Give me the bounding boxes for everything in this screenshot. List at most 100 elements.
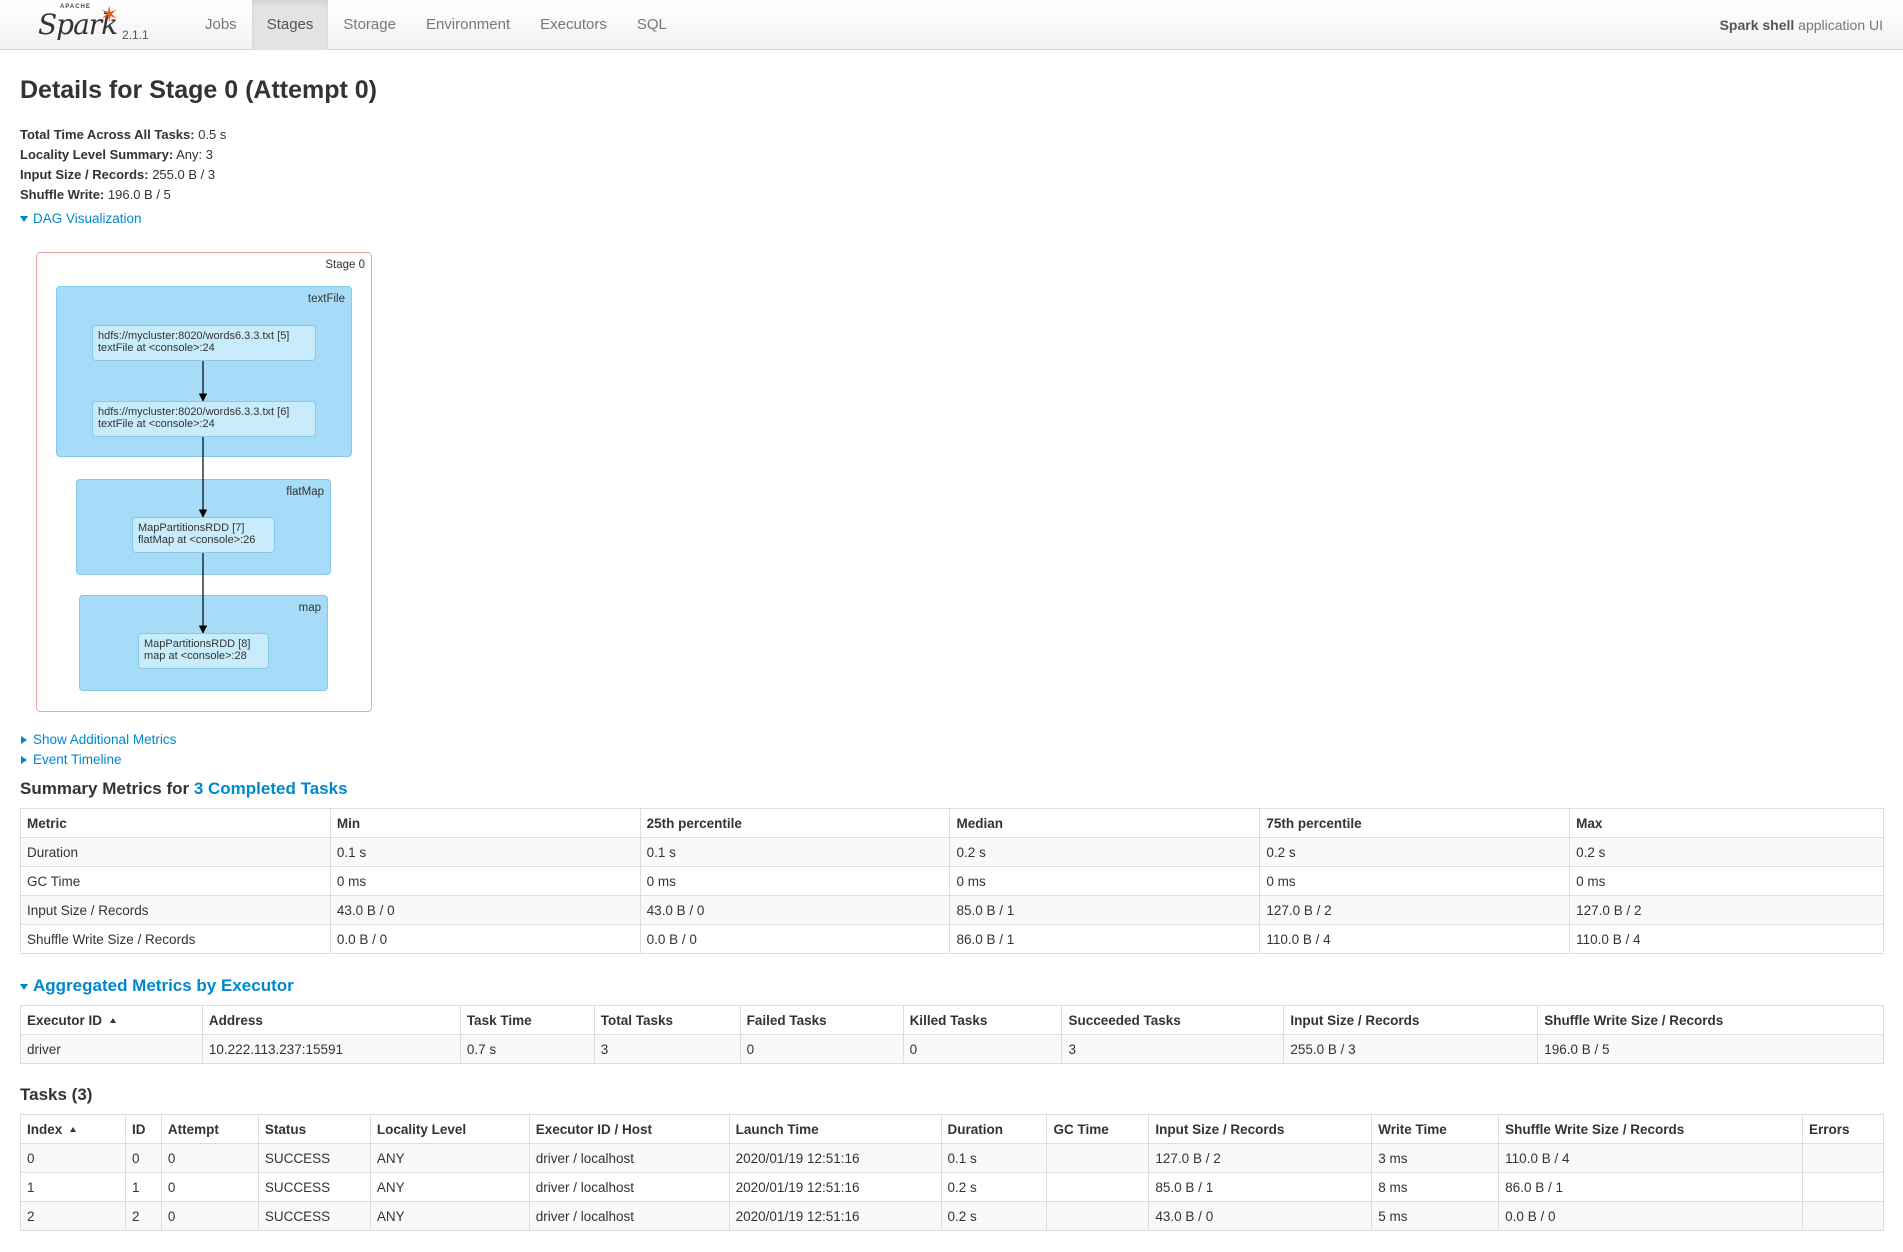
column-header[interactable]: Attempt xyxy=(160,1114,259,1144)
table-cell: Shuffle Write Size / Records xyxy=(20,924,331,954)
summary-metrics-table: Metric Min 25th percentile Median 75th p… xyxy=(20,808,1884,954)
column-header[interactable]: 75th percentile xyxy=(1259,808,1571,838)
table-cell: 2020/01/19 12:51:16 xyxy=(728,1201,942,1231)
column-header[interactable]: Min xyxy=(329,808,641,838)
table-cell: 0.2 s xyxy=(949,837,1261,867)
column-header[interactable]: Executor ID / Host xyxy=(528,1114,730,1144)
column-header[interactable]: 25th percentile xyxy=(639,808,951,838)
completed-tasks-link[interactable]: 3 Completed Tasks xyxy=(194,779,348,798)
app-name: Spark shell application UI xyxy=(1720,0,1883,50)
column-header[interactable]: Duration xyxy=(940,1114,1048,1144)
tab-executors[interactable]: Executors xyxy=(525,0,622,50)
column-header[interactable]: Locality Level xyxy=(369,1114,530,1144)
column-header[interactable]: Max xyxy=(1569,808,1884,838)
table-cell: 0.0 B / 0 xyxy=(329,924,641,954)
tab-stages[interactable]: Stages xyxy=(251,0,329,50)
dag-node-line1: hdfs://mycluster:8020/words6.3.3.txt [5] xyxy=(98,330,290,342)
table-cell: 0 ms xyxy=(639,866,951,896)
dag-node-line1: MapPartitionsRDD [7] xyxy=(138,522,245,534)
column-header[interactable]: Status xyxy=(257,1114,371,1144)
column-header[interactable]: Failed Tasks xyxy=(739,1005,904,1035)
table-header-row: Executor ID Address Task Time Total Task… xyxy=(20,1005,1884,1035)
event-timeline-toggle[interactable]: Event Timeline xyxy=(21,750,176,770)
tab-storage[interactable]: Storage xyxy=(328,0,411,50)
table-cell: 2020/01/19 12:51:16 xyxy=(728,1172,942,1202)
tab-sql[interactable]: SQL xyxy=(622,0,682,50)
table-row: 0 0 0 SUCCESS ANY driver / localhost 202… xyxy=(20,1143,1885,1173)
event-timeline-label: Event Timeline xyxy=(33,752,122,767)
column-header[interactable]: Metric xyxy=(20,808,331,838)
column-header[interactable]: Errors xyxy=(1801,1114,1885,1144)
table-cell: ANY xyxy=(369,1201,530,1231)
table-cell: 0.2 s xyxy=(940,1172,1048,1202)
spark-logo[interactable]: APACHE Spark ✶ 2.1.1 xyxy=(38,2,158,48)
table-cell: ANY xyxy=(369,1172,530,1202)
dag-node-rdd-8[interactable]: MapPartitionsRDD [8] map at <console>:28 xyxy=(138,633,269,669)
table-cell: 85.0 B / 1 xyxy=(949,895,1261,925)
column-header[interactable]: ID xyxy=(124,1114,162,1144)
dag-node-rdd-7[interactable]: MapPartitionsRDD [7] flatMap at <console… xyxy=(132,517,275,553)
dag-node-rdd-5[interactable]: hdfs://mycluster:8020/words6.3.3.txt [5]… xyxy=(92,325,316,361)
table-row: Shuffle Write Size / Records 0.0 B / 0 0… xyxy=(20,924,1884,954)
dag-node-line2: flatMap at <console>:26 xyxy=(138,534,256,546)
table-cell: 1 xyxy=(20,1172,126,1202)
summary-metrics-heading: Summary Metrics for 3 Completed Tasks xyxy=(20,779,1884,799)
column-header-executor-id[interactable]: Executor ID xyxy=(20,1005,203,1035)
summary-shuffle-label: Shuffle Write: xyxy=(20,187,105,202)
table-cell: GC Time xyxy=(20,866,331,896)
table-header-row: Metric Min 25th percentile Median 75th p… xyxy=(20,808,1884,838)
column-header[interactable]: GC Time xyxy=(1046,1114,1150,1144)
table-cell: 2 xyxy=(20,1201,126,1231)
table-cell: 86.0 B / 1 xyxy=(949,924,1261,954)
dag-stage-box: Stage 0 textFile flatMap map hdfs://mycl… xyxy=(36,252,372,712)
column-header[interactable]: Address xyxy=(201,1005,461,1035)
column-header-index[interactable]: Index xyxy=(20,1114,126,1144)
aggregated-metrics-section: Aggregated Metrics by Executor Executor … xyxy=(20,976,1884,1064)
dag-node-line1: hdfs://mycluster:8020/words6.3.3.txt [6] xyxy=(98,406,290,418)
table-cell: 85.0 B / 1 xyxy=(1148,1172,1373,1202)
table-cell: 0.0 B / 0 xyxy=(639,924,951,954)
column-header[interactable]: Median xyxy=(949,808,1261,838)
show-additional-metrics-toggle[interactable]: Show Additional Metrics xyxy=(21,730,176,750)
table-cell: 127.0 B / 2 xyxy=(1569,895,1884,925)
table-cell: 127.0 B / 2 xyxy=(1259,895,1571,925)
table-cell: 0 xyxy=(902,1034,1063,1064)
tasks-heading: Tasks (3) xyxy=(20,1085,93,1104)
app-name-rest: application UI xyxy=(1794,17,1883,33)
column-header[interactable]: Total Tasks xyxy=(593,1005,741,1035)
table-cell: 0 ms xyxy=(1259,866,1571,896)
table-cell xyxy=(1801,1143,1885,1173)
table-row: driver 10.222.113.237:15591 0.7 s 3 0 0 … xyxy=(20,1034,1884,1064)
collapsed-arrow-icon xyxy=(21,756,27,765)
dag-node-line2: map at <console>:28 xyxy=(144,650,247,662)
tab-environment[interactable]: Environment xyxy=(411,0,525,50)
table-cell: 110.0 B / 4 xyxy=(1569,924,1884,954)
column-header[interactable]: Launch Time xyxy=(728,1114,942,1144)
dag-node-rdd-6[interactable]: hdfs://mycluster:8020/words6.3.3.txt [6]… xyxy=(92,401,316,437)
dag-node-line2: textFile at <console>:24 xyxy=(98,418,215,430)
column-header[interactable]: Succeeded Tasks xyxy=(1061,1005,1285,1035)
column-header[interactable]: Killed Tasks xyxy=(902,1005,1063,1035)
aggregated-metrics-table: Executor ID Address Task Time Total Task… xyxy=(20,1005,1884,1064)
column-header[interactable]: Shuffle Write Size / Records xyxy=(1498,1114,1803,1144)
aggregated-metrics-heading[interactable]: Aggregated Metrics by Executor xyxy=(20,976,1884,996)
table-cell: 0 xyxy=(160,1172,259,1202)
spark-star-icon: ✶ xyxy=(100,2,119,27)
table-cell xyxy=(1046,1172,1150,1202)
table-cell: 2 xyxy=(124,1201,162,1231)
column-header[interactable]: Task Time xyxy=(459,1005,595,1035)
summary-total-time-label: Total Time Across All Tasks: xyxy=(20,127,195,142)
aggregated-metrics-link[interactable]: Aggregated Metrics by Executor xyxy=(33,976,294,995)
table-cell: ANY xyxy=(369,1143,530,1173)
table-cell: 5 ms xyxy=(1371,1201,1500,1231)
column-header[interactable]: Write Time xyxy=(1371,1114,1500,1144)
expanded-arrow-icon xyxy=(20,983,28,990)
table-cell: 0 xyxy=(160,1201,259,1231)
dag-visualization-toggle[interactable]: DAG Visualization xyxy=(20,209,1884,229)
column-header[interactable]: Input Size / Records xyxy=(1148,1114,1373,1144)
table-cell: 127.0 B / 2 xyxy=(1148,1143,1373,1173)
table-cell: 196.0 B / 5 xyxy=(1537,1034,1884,1064)
column-header[interactable]: Shuffle Write Size / Records xyxy=(1537,1005,1884,1035)
tab-jobs[interactable]: Jobs xyxy=(190,0,252,50)
column-header[interactable]: Input Size / Records xyxy=(1283,1005,1539,1035)
